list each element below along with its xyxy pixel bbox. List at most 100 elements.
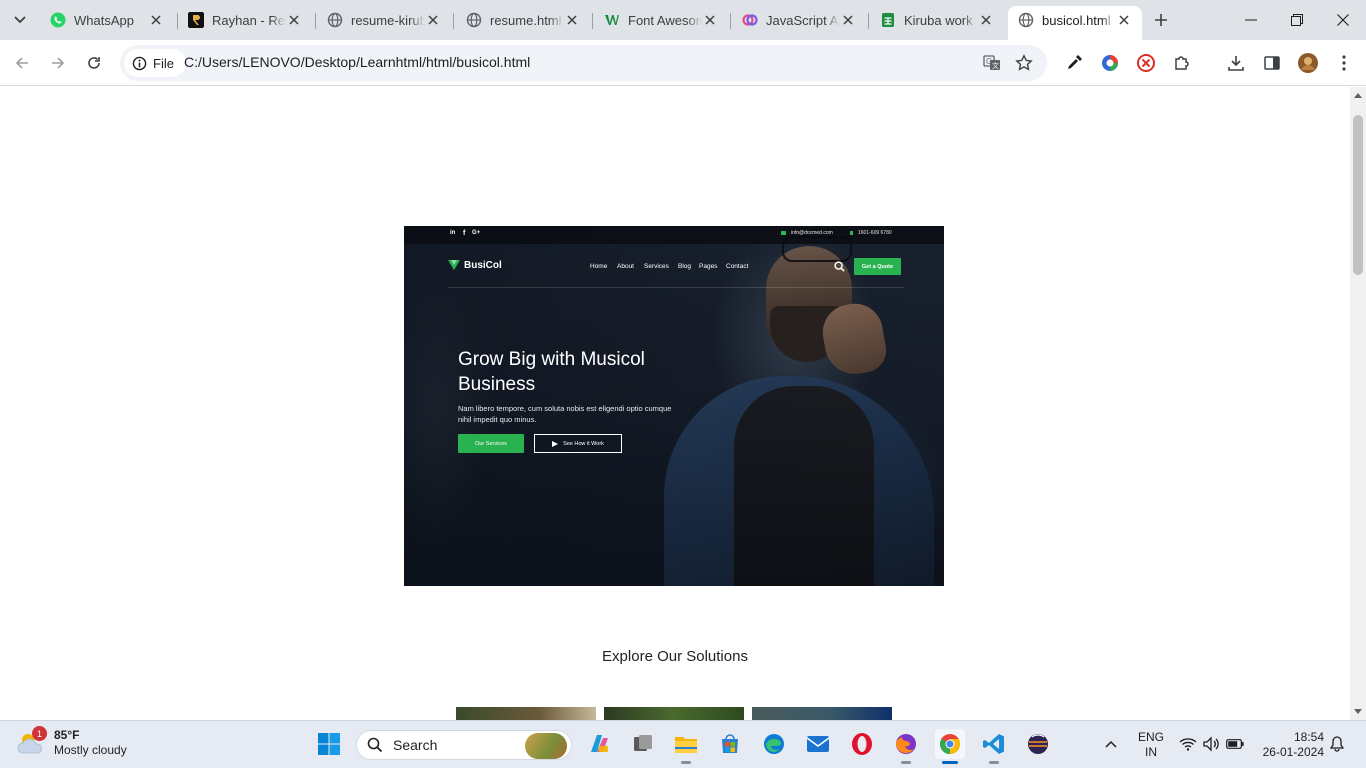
- nav-search-button[interactable]: [834, 261, 845, 272]
- close-icon[interactable]: [702, 12, 718, 28]
- forward-button[interactable]: [46, 51, 70, 75]
- restore-button[interactable]: [1282, 6, 1312, 34]
- back-button[interactable]: [10, 51, 34, 75]
- eyedropper-extension[interactable]: [1062, 51, 1086, 75]
- taskbar-chrome[interactable]: [935, 729, 965, 764]
- language-code: ENG: [1138, 730, 1165, 744]
- nav-services[interactable]: Services: [644, 263, 669, 270]
- tab-search-button[interactable]: [8, 8, 32, 32]
- avatar: [1298, 53, 1318, 73]
- browser-toolbar: File C:/Users/LENOVO/Desktop/Learnhtml/h…: [0, 40, 1366, 86]
- nav-home[interactable]: Home: [590, 263, 607, 270]
- taskbar-firefox[interactable]: [891, 729, 921, 764]
- linkedin-icon[interactable]: in: [450, 230, 455, 236]
- blocked-icon: [1137, 54, 1155, 72]
- tab-separator: [315, 13, 316, 29]
- reload-button[interactable]: [82, 51, 106, 75]
- close-icon[interactable]: [840, 12, 856, 28]
- taskbar-copilot[interactable]: [584, 729, 614, 759]
- topbar-phone[interactable]: 1601-609 6780: [850, 230, 892, 236]
- site-info-chip[interactable]: File: [124, 49, 186, 77]
- plus-icon: [1155, 14, 1167, 26]
- tab-busicol[interactable]: busicol.html: [1008, 6, 1142, 40]
- blocker-extension[interactable]: [1134, 51, 1158, 75]
- new-tab-button[interactable]: [1150, 9, 1172, 31]
- close-icon[interactable]: [148, 12, 164, 28]
- translate-button[interactable]: G文: [980, 51, 1004, 75]
- nav-contact[interactable]: Contact: [726, 263, 748, 270]
- solution-card-image[interactable]: [604, 707, 744, 720]
- solution-card-image[interactable]: [456, 707, 596, 720]
- scroll-down-arrow[interactable]: [1354, 709, 1362, 714]
- scheme-label: File: [153, 55, 174, 71]
- minimize-button[interactable]: [1236, 6, 1266, 34]
- scroll-thumb[interactable]: [1353, 115, 1363, 275]
- close-icon[interactable]: [286, 12, 302, 28]
- taskbar-search[interactable]: Search: [356, 730, 572, 760]
- tab-rayhan[interactable]: Rayhan - Resume: [178, 6, 312, 34]
- solution-card-image[interactable]: [752, 707, 892, 720]
- javascript-icon: [742, 12, 758, 28]
- wifi-status[interactable]: [1179, 735, 1197, 753]
- close-icon[interactable]: [1116, 12, 1132, 28]
- taskbar-vscode[interactable]: [979, 729, 1009, 764]
- clock[interactable]: 18:54 26-01-2024: [1258, 730, 1324, 760]
- color-extension[interactable]: [1098, 51, 1122, 75]
- menu-button[interactable]: [1332, 51, 1356, 75]
- tab-resume-kiruba[interactable]: resume-kiruba: [317, 6, 451, 34]
- close-window-button[interactable]: [1328, 6, 1358, 34]
- taskbar-mail[interactable]: [803, 729, 833, 759]
- nav-pages[interactable]: Pages: [699, 263, 717, 270]
- tab-resume-html[interactable]: resume.html: [456, 6, 590, 34]
- start-button[interactable]: [314, 729, 344, 759]
- sheets-icon: [880, 12, 896, 28]
- taskbar-opera[interactable]: [847, 729, 877, 759]
- extensions-button[interactable]: [1170, 51, 1194, 75]
- taskbar-eclipse[interactable]: [1023, 729, 1053, 759]
- font-awesome-icon: [604, 12, 620, 28]
- get-quote-button[interactable]: Get a Quote: [854, 258, 901, 275]
- phone-text: 1601-609 6780: [858, 230, 892, 236]
- downloads-button[interactable]: [1224, 51, 1248, 75]
- show-hidden-icons-button[interactable]: [1102, 735, 1120, 753]
- eclipse-icon: [1028, 734, 1048, 754]
- language-indicator[interactable]: ENG IN: [1138, 730, 1164, 760]
- see-how-it-work-button[interactable]: See How it Work: [534, 434, 622, 453]
- facebook-icon[interactable]: f: [463, 230, 465, 237]
- taskbar-file-explorer[interactable]: [671, 729, 701, 764]
- nav-about[interactable]: About: [617, 263, 634, 270]
- google-plus-icon[interactable]: G+: [472, 230, 480, 236]
- address-bar[interactable]: File C:/Users/LENOVO/Desktop/Learnhtml/h…: [120, 45, 1047, 81]
- star-icon: [1015, 54, 1033, 71]
- volume-status[interactable]: [1202, 735, 1220, 753]
- nav-blog[interactable]: Blog: [678, 263, 691, 270]
- taskbar-store[interactable]: [715, 729, 745, 759]
- side-panel-button[interactable]: [1260, 51, 1284, 75]
- profile-button[interactable]: [1296, 51, 1320, 75]
- hero-banner: in f G+ info@docmed.com 1601-609 6780 Bu…: [404, 226, 944, 586]
- site-logo[interactable]: BusiCol: [448, 259, 502, 271]
- our-services-button[interactable]: Our Services: [458, 434, 524, 453]
- close-icon[interactable]: [425, 12, 441, 28]
- tab-whatsapp[interactable]: WhatsApp: [40, 6, 174, 34]
- taskbar-edge[interactable]: [759, 729, 789, 759]
- firefox-icon: [896, 734, 916, 754]
- taskbar-task-view[interactable]: [628, 729, 658, 759]
- notifications-button[interactable]: [1328, 735, 1346, 753]
- bookmark-button[interactable]: [1012, 51, 1036, 75]
- tab-kiruba-work[interactable]: Kiruba work: [870, 6, 1004, 34]
- topbar-email[interactable]: info@docmed.com: [781, 230, 833, 236]
- weather-widget[interactable]: 1 85°F Mostly cloudy: [16, 726, 127, 758]
- tab-font-awesome[interactable]: Font Awesome: [594, 6, 728, 34]
- tab-javascript[interactable]: JavaScript Arrays: [732, 6, 866, 34]
- battery-icon: [1226, 739, 1244, 749]
- page-scrollbar[interactable]: [1350, 87, 1366, 720]
- scroll-up-arrow[interactable]: [1354, 93, 1362, 98]
- close-icon[interactable]: [564, 12, 580, 28]
- windows-logo-icon: [318, 733, 340, 755]
- speaker-icon: [1203, 736, 1219, 752]
- close-icon[interactable]: [978, 12, 994, 28]
- play-icon: [552, 440, 559, 447]
- url-text[interactable]: C:/Users/LENOVO/Desktop/Learnhtml/html/b…: [184, 54, 530, 70]
- battery-status[interactable]: [1226, 735, 1244, 753]
